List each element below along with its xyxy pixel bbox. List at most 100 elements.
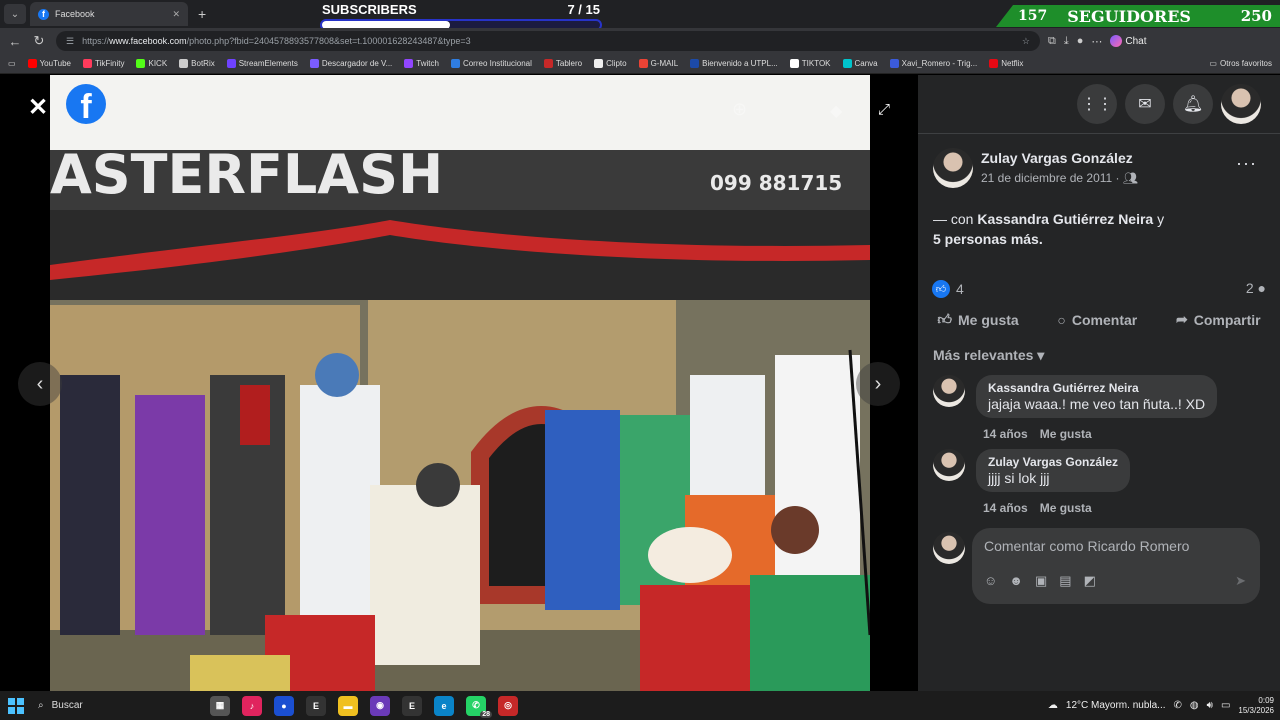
file-explorer-icon[interactable]: ▬ (338, 695, 358, 716)
bookmark-item[interactable]: Canva (842, 59, 878, 68)
notifications-bell-icon[interactable]: 🔔︎ (1173, 84, 1213, 124)
new-tab-button[interactable]: + (198, 6, 206, 22)
tiktok-app-icon[interactable]: ♪ (242, 695, 262, 716)
reload-icon[interactable]: ↻ (30, 33, 48, 49)
comment-like-button[interactable]: Me gusta (1040, 427, 1092, 441)
sticker-icon[interactable]: ◩ (1084, 573, 1096, 589)
close-tab-icon[interactable]: ✕ (172, 9, 180, 20)
chevron-right-icon: › (874, 372, 882, 395)
bookmark-label: Netflix (1001, 59, 1024, 68)
zoom-in-icon[interactable]: ⊕ (732, 99, 747, 120)
epic-games-icon[interactable]: E (306, 695, 326, 716)
comment-like-button[interactable]: Me gusta (1040, 501, 1092, 515)
whatsapp-icon[interactable]: ✆ 28 (466, 695, 492, 718)
send-icon[interactable]: ➤ (1235, 573, 1246, 589)
with-prefix: — con (933, 211, 978, 227)
facebook-logo-icon[interactable]: f (66, 84, 106, 124)
windows-start-icon[interactable] (8, 697, 24, 714)
task-view-icon[interactable]: ▦ (210, 695, 230, 716)
bookmark-item[interactable]: Bienvenido a UTPL... (690, 59, 778, 68)
composer-avatar[interactable] (933, 532, 965, 564)
tag-icon[interactable]: ◆ (830, 101, 842, 121)
bookmark-label: KICK (148, 59, 168, 68)
bookmark-item[interactable]: BotRix (179, 59, 215, 68)
weather-text[interactable]: 12°C Mayorm. nubla... (1066, 700, 1166, 711)
bookmark-item[interactable]: StreamElements (226, 59, 298, 68)
commenter-name[interactable]: Kassandra Gutiérrez Neira (988, 381, 1205, 395)
menu-grid-icon[interactable]: ⋮⋮ (1077, 84, 1117, 124)
reactions-summary[interactable]: 👍︎ 4 (932, 280, 964, 298)
app-icon[interactable]: ● (274, 695, 294, 716)
profile-avatar-icon[interactable]: ● (1077, 35, 1084, 47)
tagged-others-link[interactable]: 5 personas más. (933, 231, 1043, 247)
comment-time[interactable]: 14 años (983, 427, 1028, 441)
url-field[interactable]: ☰ https://www.facebook.com/photo.php?fbi… (56, 31, 1040, 51)
extensions-icon[interactable]: ⧉ (1048, 35, 1056, 48)
commenter-avatar[interactable] (933, 449, 965, 481)
browser-tab-facebook[interactable]: f Facebook ✕ (30, 2, 188, 26)
bookmark-item[interactable]: Tablero (543, 59, 582, 68)
comment-button[interactable]: ○ Comentar (1057, 311, 1137, 328)
emoji-icon[interactable]: ☻ (1009, 573, 1023, 589)
commenter-avatar[interactable] (933, 375, 965, 407)
reading-list-icon[interactable]: ▭ (8, 59, 16, 68)
bookmark-item[interactable]: Correo Institucional (450, 59, 532, 68)
comment-input[interactable]: Comentar como Ricardo Romero ☺ ☻ ▣ ▤ ◩ ➤ (972, 528, 1260, 604)
tab-list-button[interactable]: ⌄ (4, 4, 26, 24)
commenter-name[interactable]: Zulay Vargas González (988, 455, 1118, 469)
bookmark-item[interactable]: Twitch (404, 59, 439, 68)
bookmark-item[interactable]: G-MAIL (638, 59, 678, 68)
author-avatar[interactable] (933, 148, 973, 188)
downloads-icon[interactable]: ⤓ (1064, 35, 1069, 48)
chevron-down-icon: ▾ (1037, 347, 1045, 363)
post-author[interactable]: Zulay Vargas González (981, 150, 1133, 166)
bookmark-star-icon[interactable]: ☆ (1022, 36, 1030, 47)
whatsapp-tray-icon[interactable]: ✆ (1174, 700, 1182, 711)
bookmark-label: Xavi_Romero - Trig... (901, 59, 978, 68)
previous-photo-button[interactable]: ‹ (18, 362, 62, 406)
edge-browser-icon[interactable]: e (434, 695, 454, 716)
banner-text: ASTERFLASH (50, 143, 443, 206)
epic-launcher-icon[interactable]: E (402, 695, 422, 716)
avatar-sticker-icon[interactable]: ☺ (984, 573, 997, 589)
like-button[interactable]: 👍︎ Me gusta (937, 311, 1018, 328)
bookmark-item[interactable]: TikFinity (83, 59, 124, 68)
bookmark-item[interactable]: Netflix (989, 59, 1023, 68)
obs-icon[interactable]: ◉ (370, 695, 390, 716)
system-clock[interactable]: 0:09 15/3/2026 (1238, 696, 1274, 716)
comment-time[interactable]: 14 años (983, 501, 1028, 515)
bookmark-item[interactable]: KICK (136, 59, 167, 68)
other-bookmarks-folder[interactable]: ▭ Otros favoritos (1209, 59, 1272, 68)
back-icon[interactable]: ← (6, 34, 24, 49)
photo-image[interactable]: ASTERFLASH 099 881715 (50, 75, 870, 691)
weather-icon[interactable]: ☁ (1048, 700, 1058, 711)
site-info-icon[interactable]: ☰ (66, 36, 74, 47)
bookmark-item[interactable]: Clipto (594, 59, 627, 68)
messenger-icon[interactable]: ✉ (1125, 84, 1165, 124)
bookmark-item[interactable]: YouTube (27, 59, 71, 68)
volume-icon[interactable]: 🔊︎ (1207, 700, 1213, 711)
recording-app-icon[interactable]: ◎ (498, 695, 518, 716)
share-button[interactable]: ➦ Compartir (1176, 311, 1261, 328)
battery-icon[interactable]: ▭ (1221, 700, 1230, 711)
windows-taskbar: ⌕ Buscar ▦ ♪ ● E ▬ ◉ E e ✆ 28 ◎ ☁ 12°C May… (0, 691, 1280, 720)
post-options-icon[interactable]: ··· (1236, 153, 1257, 174)
account-avatar[interactable] (1221, 84, 1261, 124)
copilot-chat-button[interactable]: Chat (1110, 35, 1147, 47)
camera-icon[interactable]: ▣ (1035, 573, 1047, 589)
comments-count[interactable]: 2 ● (1246, 280, 1266, 296)
fullscreen-icon[interactable]: ⤢ (878, 101, 890, 118)
comment-sort-dropdown[interactable]: Más relevantes ▾ (933, 347, 1044, 364)
bookmark-item[interactable]: TIKTOK (789, 59, 831, 68)
bookmark-item[interactable]: Xavi_Romero - Trig... (889, 59, 978, 68)
gif-icon[interactable]: ▤ (1059, 573, 1071, 589)
menu-icon[interactable]: ⋯ (1091, 35, 1102, 48)
next-photo-button[interactable]: › (856, 362, 900, 406)
post-date[interactable]: 21 de diciembre de 2011 · 👥︎ (981, 171, 1138, 185)
tagged-person-link[interactable]: Kassandra Gutiérrez Neira (977, 211, 1153, 227)
bookmark-item[interactable]: Descargador de V... (309, 59, 392, 68)
close-viewer-icon[interactable]: ✕ (28, 93, 48, 122)
network-tray-icon[interactable]: ◍ (1190, 700, 1199, 711)
taskbar-search[interactable]: ⌕ Buscar (38, 700, 198, 711)
tab-title: Facebook (55, 9, 95, 19)
